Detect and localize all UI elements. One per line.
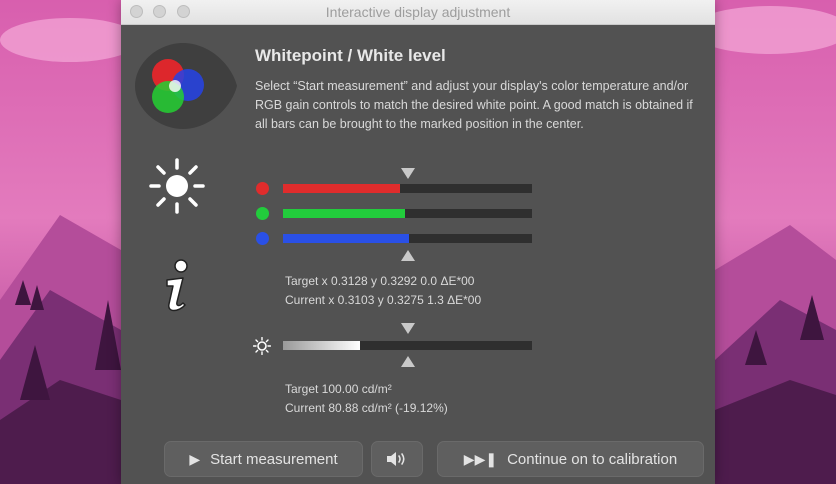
- blue-channel-fill: [283, 234, 409, 243]
- sound-toggle-button[interactable]: [371, 441, 423, 477]
- start-measurement-button[interactable]: ▶ Start measurement: [164, 441, 363, 477]
- adjustment-window: Interactive display adjustment Whitepoin…: [121, 0, 715, 484]
- continue-calibration-button[interactable]: ▶▶❚ Continue on to calibration: [437, 441, 704, 477]
- speaker-icon: [387, 452, 405, 466]
- info-icon: [166, 259, 188, 312]
- whitepoint-current: Current x 0.3103 y 0.3275 1.3 ΔE*00: [285, 293, 482, 307]
- red-channel-fill: [283, 184, 401, 193]
- blue-channel-dot: [256, 232, 269, 245]
- red-channel-dot: [256, 182, 269, 195]
- title-bar: Interactive display adjustment: [121, 0, 715, 25]
- section-description: Select “Start measurement” and adjust yo…: [255, 79, 693, 131]
- luminance-bar: [283, 341, 532, 350]
- small-sun-icon: [253, 337, 271, 355]
- skip-forward-icon: ▶▶❚: [463, 450, 498, 467]
- whitepoint-target: Target x 0.3128 y 0.3292 0.0 ΔE*00: [285, 274, 475, 288]
- window-title: Interactive display adjustment: [325, 4, 511, 20]
- target-marker-top: [401, 168, 415, 179]
- start-measurement-label: Start measurement: [210, 450, 338, 468]
- sun-icon: [149, 158, 205, 214]
- luminance-current: Current 80.88 cd/m² (-19.12%): [285, 401, 448, 415]
- play-icon: ▶: [189, 450, 201, 467]
- target-marker-bottom: [401, 250, 415, 261]
- luminance-target: Target 100.00 cd/m²: [285, 382, 392, 396]
- section-heading: Whitepoint / White level: [255, 46, 446, 65]
- rgb-circles-logo: [135, 43, 237, 129]
- luminance-marker-bottom: [401, 356, 415, 367]
- continue-calibration-label: Continue on to calibration: [507, 450, 678, 468]
- blue-channel-bar: [283, 234, 532, 243]
- desktop: Interactive display adjustment Whitepoin…: [0, 0, 836, 484]
- luminance-marker-top: [401, 323, 415, 334]
- luminance-fill: [283, 341, 361, 350]
- green-channel-fill: [283, 209, 405, 218]
- red-channel-bar: [283, 184, 532, 193]
- green-channel-bar: [283, 209, 532, 218]
- green-channel-dot: [256, 207, 269, 220]
